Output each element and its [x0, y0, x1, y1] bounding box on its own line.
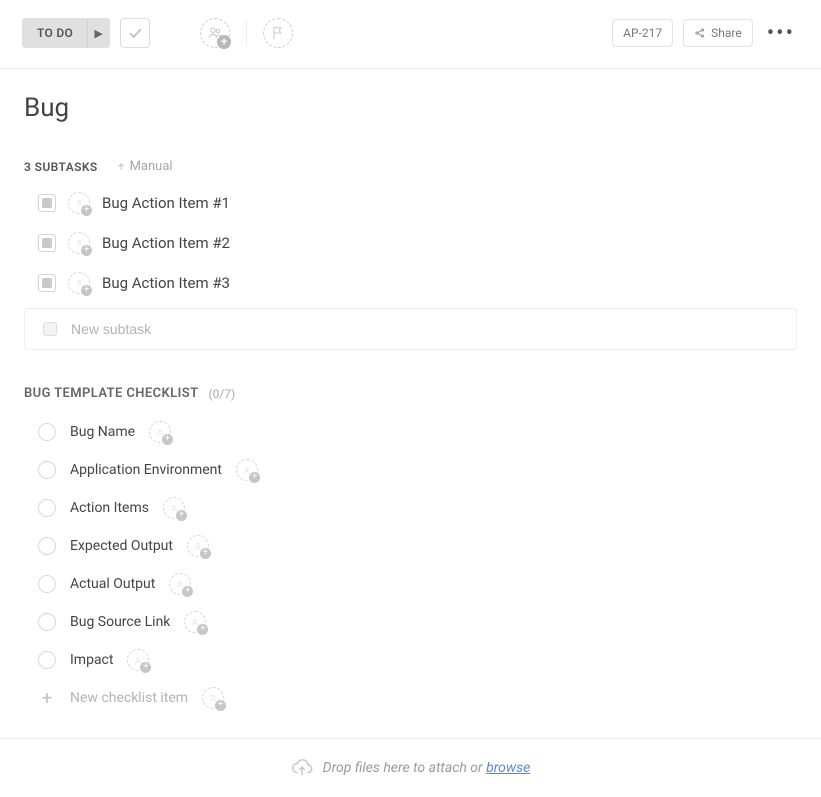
subtask-checkbox[interactable]	[38, 234, 56, 252]
checklist-label: Impact	[70, 652, 113, 668]
assignees-button[interactable]: +	[200, 18, 230, 48]
assign-user-icon[interactable]: +	[236, 459, 258, 481]
subtask-row[interactable]: + Bug Action Item #2	[38, 232, 797, 254]
subtask-row[interactable]: + Bug Action Item #1	[38, 192, 797, 214]
checklist-row[interactable]: Bug Source Link +	[38, 611, 797, 633]
subtask-label: Bug Action Item #3	[102, 274, 230, 292]
subtasks-header: 3 SUBTASKS Manual	[24, 159, 797, 174]
checklist-title: BUG TEMPLATE CHECKLIST	[24, 386, 198, 401]
task-body: Bug 3 SUBTASKS Manual + Bug Action Item …	[0, 69, 821, 775]
new-checklist-item-row[interactable]: + New checklist item +	[24, 687, 797, 709]
task-toolbar: TO DO ▶ + AP-217 Share •••	[0, 0, 821, 69]
subtask-checkbox[interactable]	[38, 194, 56, 212]
checklist-label: Application Environment	[70, 462, 222, 478]
checklist-radio[interactable]	[38, 575, 56, 593]
checklist-radio[interactable]	[38, 613, 56, 631]
dropzone-prefix: Drop files here to attach or	[323, 760, 486, 776]
new-subtask-input[interactable]	[71, 321, 778, 337]
assign-user-icon[interactable]: +	[68, 192, 90, 214]
subtask-label: Bug Action Item #2	[102, 234, 230, 252]
checklist-radio[interactable]	[38, 423, 56, 441]
checklist-label: Bug Source Link	[70, 614, 170, 630]
new-subtask-input-row[interactable]	[24, 308, 797, 350]
share-label: Share	[711, 26, 742, 40]
status-next-icon[interactable]: ▶	[87, 19, 109, 47]
assign-user-icon[interactable]: +	[184, 611, 206, 633]
status-label: TO DO	[23, 19, 87, 47]
plus-icon: +	[38, 688, 56, 709]
dropzone-text: Drop files here to attach or browse	[323, 760, 531, 776]
assign-user-icon[interactable]: +	[187, 535, 209, 557]
assign-user-icon[interactable]: +	[127, 649, 149, 671]
subtasks-count: 3 SUBTASKS	[24, 160, 98, 174]
assign-user-icon[interactable]: +	[202, 687, 224, 709]
checklist-progress: (0/7)	[208, 387, 235, 401]
checklist-row[interactable]: Expected Output +	[38, 535, 797, 557]
new-checklist-item-label: New checklist item	[70, 690, 188, 706]
assign-user-icon[interactable]: +	[169, 573, 191, 595]
checklist-row[interactable]: Application Environment +	[38, 459, 797, 481]
subtask-list: + Bug Action Item #1 + Bug Action Item #…	[24, 192, 797, 294]
checklist-radio[interactable]	[38, 499, 56, 517]
new-subtask-checkbox-icon	[43, 322, 57, 336]
assign-user-icon[interactable]: +	[163, 497, 185, 519]
issue-id-chip[interactable]: AP-217	[612, 19, 673, 47]
toolbar-divider	[246, 20, 247, 46]
subtask-row[interactable]: + Bug Action Item #3	[38, 272, 797, 294]
checklist-label: Actual Output	[70, 576, 155, 592]
subtask-label: Bug Action Item #1	[102, 194, 230, 212]
checklist-label: Bug Name	[70, 424, 135, 440]
add-assignee-badge: +	[217, 35, 231, 49]
checklist: Bug Name + Application Environment + Act…	[24, 421, 797, 671]
subtasks-sort-button[interactable]: Manual	[116, 159, 173, 174]
checklist-radio[interactable]	[38, 537, 56, 555]
more-options-button[interactable]: •••	[763, 21, 799, 46]
checklist-row[interactable]: Bug Name +	[38, 421, 797, 443]
subtasks-sort-label: Manual	[130, 159, 173, 174]
checklist-label: Action Items	[70, 500, 149, 516]
mark-complete-button[interactable]	[120, 18, 150, 48]
priority-button[interactable]	[263, 18, 293, 48]
share-button[interactable]: Share	[683, 19, 753, 47]
attachment-dropzone[interactable]: Drop files here to attach or browse	[0, 738, 821, 797]
checklist-radio[interactable]	[38, 461, 56, 479]
checklist-row[interactable]: Impact +	[38, 649, 797, 671]
checklist-label: Expected Output	[70, 538, 173, 554]
assign-user-icon[interactable]: +	[68, 232, 90, 254]
assign-user-icon[interactable]: +	[149, 421, 171, 443]
cloud-upload-icon	[291, 757, 313, 779]
checklist-radio[interactable]	[38, 651, 56, 669]
checklist-row[interactable]: Actual Output +	[38, 573, 797, 595]
assign-user-icon[interactable]: +	[68, 272, 90, 294]
issue-id-label: AP-217	[623, 26, 662, 40]
checklist-header: BUG TEMPLATE CHECKLIST (0/7)	[24, 386, 797, 401]
checklist-row[interactable]: Action Items +	[38, 497, 797, 519]
browse-link[interactable]: browse	[486, 760, 530, 776]
status-button[interactable]: TO DO ▶	[22, 18, 110, 48]
task-title[interactable]: Bug	[24, 93, 797, 123]
subtask-checkbox[interactable]	[38, 274, 56, 292]
